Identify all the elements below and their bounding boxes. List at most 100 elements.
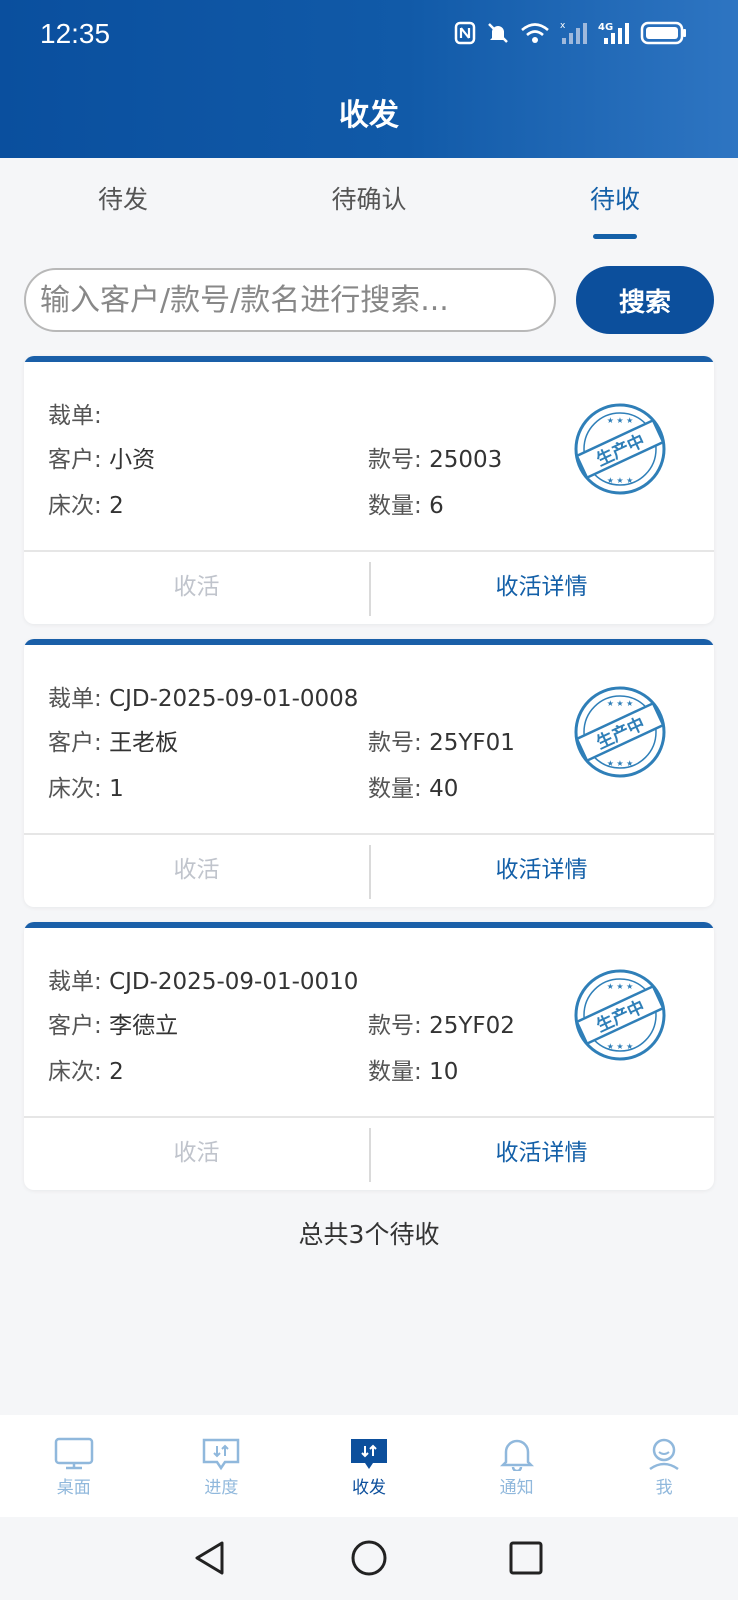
svg-text:★ ★ ★: ★ ★ ★ — [607, 1042, 634, 1051]
style-value: 25YF01 — [429, 730, 515, 756]
bed-label: 床次: — [48, 1059, 102, 1085]
bed-label: 床次: — [48, 493, 102, 519]
customer-label: 客户: — [48, 730, 102, 756]
style-label: 款号: — [368, 730, 422, 756]
battery-icon — [640, 21, 686, 45]
action-divider — [369, 562, 371, 616]
action-divider — [369, 845, 371, 899]
customer-label: 客户: — [48, 1013, 102, 1039]
bed-field: 床次: 2 — [48, 1052, 124, 1086]
bell-icon — [499, 1439, 534, 1471]
in-production-stamp-icon: 生产中 ★ ★ ★ ★ ★ ★ — [574, 969, 666, 1061]
receive-button[interactable]: 收活 — [24, 1118, 369, 1190]
bed-value: 1 — [109, 776, 124, 802]
cut-no-field: 裁单: CJD-2025-09-01-0010 — [48, 962, 358, 996]
qty-value: 6 — [429, 493, 444, 519]
receive-detail-button[interactable]: 收活详情 — [369, 835, 714, 907]
tab-pending-confirm[interactable]: 待确认 — [246, 158, 492, 248]
cut-no-label: 裁单: — [48, 969, 102, 995]
customer-field: 客户: 李德立 — [48, 1006, 178, 1040]
wifi-icon — [521, 23, 549, 43]
transfer-icon — [350, 1439, 387, 1469]
page-title: 收发 — [339, 98, 399, 133]
cut-no-label: 裁单: — [48, 403, 102, 429]
desktop-icon — [54, 1437, 94, 1470]
card-actions: 收活 收活详情 — [24, 1116, 714, 1190]
svg-text:★ ★ ★: ★ ★ ★ — [607, 476, 634, 485]
back-icon[interactable] — [192, 1539, 228, 1577]
svg-text:★ ★ ★: ★ ★ ★ — [607, 982, 634, 991]
progress-icon — [203, 1438, 240, 1471]
receive-detail-button[interactable]: 收活详情 — [369, 552, 714, 624]
qty-label: 数量: — [368, 1059, 422, 1085]
bed-label: 床次: — [48, 776, 102, 802]
receive-button[interactable]: 收活 — [24, 552, 369, 624]
nav-item-notice[interactable]: 通知 — [443, 1415, 591, 1517]
qty-field: 数量: 40 — [368, 769, 458, 803]
signal-4g-icon: 4G — [598, 22, 629, 44]
svg-text:x: x — [560, 21, 566, 31]
qty-field: 数量: 6 — [368, 486, 444, 520]
customer-field: 客户: 王老板 — [48, 723, 178, 757]
nav-item-me[interactable]: 我 — [590, 1415, 738, 1517]
nav-label: 进度 — [204, 1478, 239, 1498]
customer-field: 客户: 小资 — [48, 440, 155, 474]
customer-value: 小资 — [109, 447, 156, 473]
user-icon — [649, 1438, 679, 1471]
bed-field: 床次: 2 — [48, 486, 124, 520]
customer-label: 客户: — [48, 447, 102, 473]
svg-text:★ ★ ★: ★ ★ ★ — [607, 416, 634, 425]
nav-item-progress[interactable]: 进度 — [148, 1415, 296, 1517]
cut-no-field: 裁单: CJD-2025-09-01-0008 — [48, 679, 358, 713]
in-production-stamp-icon: 生产中 ★ ★ ★ ★ ★ ★ — [574, 686, 666, 778]
style-value: 25YF02 — [429, 1013, 515, 1039]
order-card: 裁单: CJD-2025-09-01-0008 客户: 王老板 床次: 1 款号… — [24, 639, 714, 907]
nfc-icon — [454, 21, 476, 45]
order-card: 裁单: 客户: 小资 床次: 2 款号: 25003 数量: 6 生产中 ★ ★… — [24, 356, 714, 624]
bed-value: 2 — [109, 493, 124, 519]
card-actions: 收活 收活详情 — [24, 833, 714, 907]
style-field: 款号: 25YF01 — [368, 723, 515, 757]
cut-no-label: 裁单: — [48, 686, 102, 712]
svg-text:★ ★ ★: ★ ★ ★ — [607, 759, 634, 768]
tab-bar: 待发 待确认 待收 — [0, 158, 738, 248]
recents-icon[interactable] — [508, 1539, 544, 1577]
receive-detail-button[interactable]: 收活详情 — [369, 1118, 714, 1190]
tab-pending-receive[interactable]: 待收 — [492, 158, 738, 248]
search-input[interactable] — [24, 268, 556, 332]
style-field: 款号: 25YF02 — [368, 1006, 515, 1040]
status-icons: x 4G — [454, 20, 688, 46]
bed-value: 2 — [109, 1059, 124, 1085]
nav-item-desktop[interactable]: 桌面 — [0, 1415, 148, 1517]
bottom-nav: 桌面 进度 收发 通知 我 — [0, 1415, 738, 1517]
svg-text:★ ★ ★: ★ ★ ★ — [607, 699, 634, 708]
nav-label: 桌面 — [56, 1478, 91, 1498]
action-divider — [369, 1128, 371, 1182]
tab-pending-send[interactable]: 待发 — [0, 158, 246, 248]
style-value: 25003 — [429, 447, 503, 473]
qty-label: 数量: — [368, 493, 422, 519]
signal-weak-icon: x — [560, 21, 587, 44]
qty-value: 40 — [429, 776, 459, 802]
mute-bell-icon — [488, 23, 508, 43]
system-nav-bar — [0, 1517, 738, 1600]
home-icon[interactable] — [350, 1539, 388, 1577]
nav-label: 通知 — [499, 1478, 534, 1498]
cut-no-value: CJD-2025-09-01-0008 — [109, 686, 359, 712]
svg-text:4G: 4G — [598, 22, 613, 33]
status-time: 12:35 — [40, 18, 111, 49]
customer-value: 李德立 — [109, 1013, 179, 1039]
qty-field: 数量: 10 — [368, 1052, 458, 1086]
card-actions: 收活 收活详情 — [24, 550, 714, 624]
style-label: 款号: — [368, 447, 422, 473]
in-production-stamp-icon: 生产中 ★ ★ ★ ★ ★ ★ — [574, 403, 666, 495]
order-card: 裁单: CJD-2025-09-01-0010 客户: 李德立 床次: 2 款号… — [24, 922, 714, 1190]
receive-button[interactable]: 收活 — [24, 835, 369, 907]
search-button[interactable]: 搜索 — [576, 266, 714, 334]
customer-value: 王老板 — [109, 730, 179, 756]
nav-item-transfer[interactable]: 收发 — [295, 1415, 443, 1517]
qty-value: 10 — [429, 1059, 459, 1085]
style-field: 款号: 25003 — [368, 440, 502, 474]
search-bar: 搜索 — [24, 266, 714, 334]
app-header: 12:35 x 4G 收发 — [0, 0, 738, 158]
